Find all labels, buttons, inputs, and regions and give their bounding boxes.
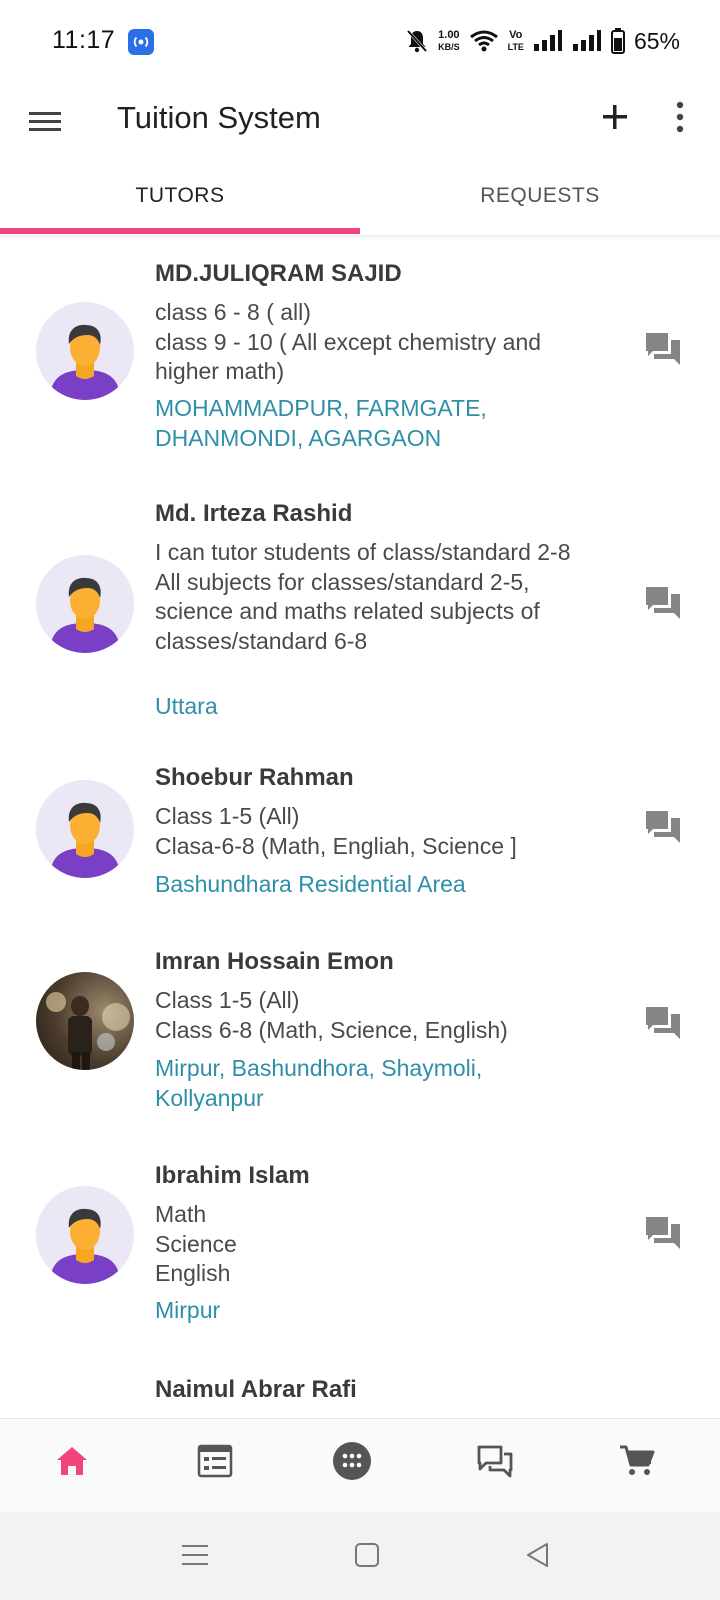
volte-label-bottom: LTE: [507, 42, 524, 52]
status-icons: 1.00 KB/S Vo LTE 65%: [405, 24, 680, 58]
tutor-name: Md. Irteza Rashid: [155, 500, 353, 527]
chat-icon: [645, 586, 681, 620]
tutor-description: Class 1-5 (All) Class 6-8 (Math, Science…: [155, 987, 508, 1043]
home-button[interactable]: [352, 1540, 382, 1570]
home-icon: [57, 1447, 87, 1475]
wifi-icon: [469, 30, 498, 52]
chat-icon: [645, 1216, 681, 1250]
tab-indicator: [0, 228, 360, 234]
tutor-description: Class 1-5 (All) Clasa-6-8 (Math, Engliah…: [155, 803, 517, 859]
tutor-name: Naimul Abrar Rafi: [155, 1376, 357, 1403]
avatar: [36, 780, 134, 878]
battery-icon: [610, 28, 625, 54]
nav-apps[interactable]: [332, 1441, 372, 1481]
tutor-item[interactable]: Ibrahim Islam Math Science English Mirpu…: [0, 1140, 720, 1340]
system-navigation-bar: [0, 1512, 720, 1600]
hotspot-icon: [128, 29, 154, 55]
chat-icon: [645, 1006, 681, 1040]
app-bar: Tuition System: [0, 80, 720, 160]
nav-chats[interactable]: [475, 1441, 515, 1481]
chat-button[interactable]: [645, 1006, 681, 1040]
status-time: 11:17: [52, 26, 116, 54]
network-speed-value: 1.00: [438, 29, 460, 41]
tutor-list[interactable]: MD.JULIQRAM SAJID class 6 - 8 ( all) cla…: [0, 236, 720, 1418]
tutor-item[interactable]: Md. Irteza Rashid I can tutor students o…: [0, 472, 720, 732]
bottom-navigation: [0, 1418, 720, 1512]
tutor-item[interactable]: Imran Hossain Emon Class 1-5 (All) Class…: [0, 926, 720, 1126]
more-vert-icon: [676, 101, 684, 133]
chat-button[interactable]: [645, 586, 681, 620]
add-button[interactable]: [598, 100, 632, 134]
back-triangle-icon: [527, 1543, 548, 1567]
volte-indicator: Vo LTE: [508, 29, 524, 53]
tutor-areas: MOHAMMADPUR, FARMGATE, DHANMONDI, AGARGA…: [155, 395, 487, 451]
tutor-description: class 6 - 8 ( all) class 9 - 10 ( All ex…: [155, 299, 542, 384]
recent-apps-icon: [182, 1545, 208, 1565]
page-title: Tuition System: [117, 100, 321, 135]
volte-label-top: Vo: [509, 29, 523, 41]
tutor-item[interactable]: MD.JULIQRAM SAJID class 6 - 8 ( all) cla…: [0, 236, 720, 466]
square-icon: [355, 1543, 379, 1567]
hamburger-icon: [29, 112, 61, 131]
chat-button[interactable]: [645, 332, 681, 366]
tutor-name: MD.JULIQRAM SAJID: [155, 260, 402, 287]
tutor-areas: Mirpur, Bashundhora, Shaymoli, Kollyanpu…: [155, 1055, 483, 1111]
tutor-item[interactable]: Shoebur Rahman Class 1-5 (All) Clasa-6-8…: [0, 740, 720, 920]
nav-list[interactable]: [195, 1441, 235, 1481]
avatar: [36, 555, 134, 653]
cart-icon: [620, 1445, 655, 1475]
nav-home[interactable]: [52, 1441, 92, 1481]
list-icon: [197, 1444, 233, 1478]
tutor-name: Shoebur Rahman: [155, 764, 354, 791]
tab-requests[interactable]: REQUESTS: [360, 160, 720, 232]
avatar-photo: [36, 972, 134, 1070]
chat-icon: [645, 810, 681, 844]
tutor-item[interactable]: Naimul Abrar Rafi: [0, 1354, 720, 1418]
mute-bell-icon: [406, 29, 428, 53]
chat-bubbles-icon: [477, 1445, 513, 1478]
tutor-name: Imran Hossain Emon: [155, 948, 394, 975]
chat-button[interactable]: [645, 1216, 681, 1250]
signal-icon-2: [572, 30, 601, 51]
tutor-areas: Bashundhara Residential Area: [155, 871, 466, 897]
chat-icon: [645, 332, 681, 366]
avatar: [36, 1186, 134, 1284]
plus-icon: [603, 105, 627, 129]
signal-icon: [533, 30, 562, 51]
tutor-name: Ibrahim Islam: [155, 1162, 310, 1189]
tutor-description: Math Science English: [155, 1201, 237, 1286]
tutor-areas: Mirpur: [155, 1297, 221, 1323]
recent-apps-button[interactable]: [180, 1540, 210, 1570]
status-bar: 11:17 1.00 KB/S Vo LTE 65%: [0, 0, 720, 80]
tutor-description: I can tutor students of class/standard 2…: [155, 539, 571, 654]
network-speed: 1.00 KB/S: [438, 29, 460, 53]
network-speed-unit: KB/S: [438, 42, 460, 52]
avatar: [36, 302, 134, 400]
back-button[interactable]: [523, 1540, 553, 1570]
chat-button[interactable]: [645, 810, 681, 844]
nav-cart[interactable]: [617, 1441, 657, 1481]
battery-percent: 65%: [633, 27, 680, 54]
tab-tutors[interactable]: TUTORS: [0, 160, 360, 232]
menu-button[interactable]: [28, 104, 62, 138]
more-options-button[interactable]: [670, 100, 690, 134]
tutor-areas: Uttara: [155, 693, 218, 719]
apps-icon: [333, 1442, 371, 1480]
tab-bar: TUTORS REQUESTS: [0, 160, 720, 236]
